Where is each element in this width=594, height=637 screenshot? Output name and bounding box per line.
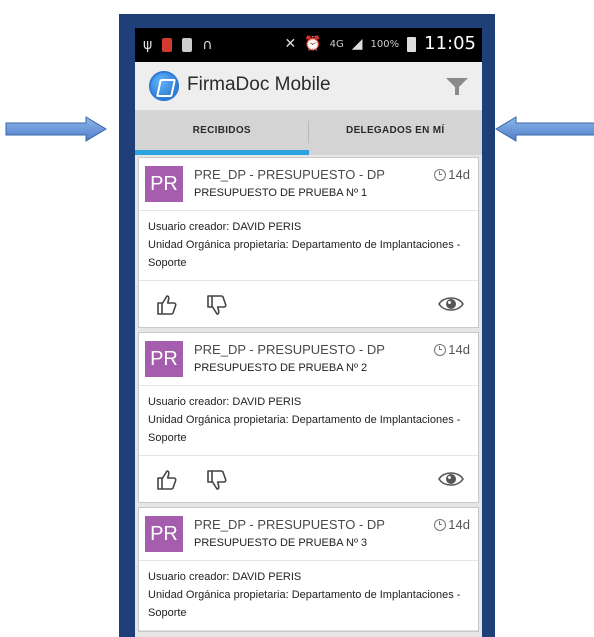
card-header: PR PRE_DP - PRESUPUESTO - DP PRESUPUESTO… bbox=[139, 158, 478, 211]
phone-screen: ψ ∩ ✕ ⏰ 4G ◢ 100% 11:05 FirmaDoc Mobile … bbox=[135, 28, 482, 637]
app-bar: FirmaDoc Mobile bbox=[135, 62, 482, 111]
document-list: PR PRE_DP - PRESUPUESTO - DP PRESUPUESTO… bbox=[135, 155, 482, 632]
tab-delegados[interactable]: DELEGADOS EN MÍ bbox=[309, 111, 483, 155]
doc-age-value: 14d bbox=[448, 167, 470, 182]
thumbs-up-icon[interactable] bbox=[155, 293, 179, 317]
thumbs-down-icon[interactable] bbox=[205, 468, 229, 492]
clock-time: 11:05 bbox=[424, 33, 476, 54]
doc-subtitle: PRESUPUESTO DE PRUEBA Nº 1 bbox=[194, 187, 368, 199]
doc-type-badge: PR bbox=[145, 341, 183, 377]
tab-recibidos[interactable]: RECIBIDOS bbox=[135, 111, 309, 155]
doc-age: 14d bbox=[434, 342, 470, 357]
filter-icon[interactable] bbox=[446, 78, 468, 96]
doc-age-value: 14d bbox=[448, 517, 470, 532]
card-actions bbox=[139, 281, 478, 327]
doc-title: PRE_DP - PRESUPUESTO - DP bbox=[194, 517, 385, 532]
headphones-icon: ∩ bbox=[202, 37, 213, 53]
battery-icon bbox=[407, 36, 417, 52]
doc-age: 14d bbox=[434, 517, 470, 532]
unit-text: Unidad Orgánica propietaria: Departament… bbox=[148, 414, 461, 444]
doc-type-badge: PR bbox=[145, 516, 183, 552]
unit-text: Unidad Orgánica propietaria: Departament… bbox=[148, 239, 461, 269]
thumbs-up-icon[interactable] bbox=[155, 468, 179, 492]
alarm-icon: ⏰ bbox=[304, 36, 322, 52]
clock-icon bbox=[434, 518, 447, 531]
document-card[interactable]: PR PRE_DP - PRESUPUESTO - DP PRESUPUESTO… bbox=[138, 157, 479, 328]
unit-text: Unidad Orgánica propietaria: Departament… bbox=[148, 589, 461, 619]
left-arrow-callout-icon bbox=[495, 116, 594, 142]
doc-age: 14d bbox=[434, 167, 470, 182]
eye-icon[interactable] bbox=[438, 295, 464, 313]
document-card[interactable]: PR PRE_DP - PRESUPUESTO - DP PRESUPUESTO… bbox=[138, 332, 479, 503]
clock-icon bbox=[434, 168, 447, 181]
mute-icon: ✕ bbox=[284, 36, 297, 52]
status-bar: ψ ∩ ✕ ⏰ 4G ◢ 100% 11:05 bbox=[135, 28, 482, 62]
right-arrow-callout-icon bbox=[5, 116, 107, 142]
creator-text: Usuario creador: DAVID PERIS bbox=[148, 571, 302, 583]
doc-age-value: 14d bbox=[448, 342, 470, 357]
card-actions bbox=[139, 456, 478, 502]
creator-text: Usuario creador: DAVID PERIS bbox=[148, 221, 302, 233]
card-header: PR PRE_DP - PRESUPUESTO - DP PRESUPUESTO… bbox=[139, 508, 478, 561]
clock-icon bbox=[434, 343, 447, 356]
creator-text: Usuario creador: DAVID PERIS bbox=[148, 396, 302, 408]
tab-bar: RECIBIDOS DELEGADOS EN MÍ bbox=[135, 111, 482, 155]
card-body: Usuario creador: DAVID PERIS Unidad Orgá… bbox=[139, 561, 478, 631]
doc-subtitle: PRESUPUESTO DE PRUEBA Nº 2 bbox=[194, 362, 368, 374]
signal-icon: ◢ bbox=[351, 36, 363, 52]
eye-icon[interactable] bbox=[438, 470, 464, 488]
network-type: 4G bbox=[329, 38, 344, 50]
doc-type-badge: PR bbox=[145, 166, 183, 202]
card-body: Usuario creador: DAVID PERIS Unidad Orgá… bbox=[139, 386, 478, 456]
app-notification-icon bbox=[182, 38, 193, 52]
thumbs-down-icon[interactable] bbox=[205, 293, 229, 317]
doc-title: PRE_DP - PRESUPUESTO - DP bbox=[194, 342, 385, 357]
battery-percent: 100% bbox=[370, 38, 400, 50]
doc-subtitle: PRESUPUESTO DE PRUEBA Nº 3 bbox=[194, 537, 368, 549]
document-card[interactable]: PR PRE_DP - PRESUPUESTO - DP PRESUPUESTO… bbox=[138, 507, 479, 632]
app-notification-icon bbox=[162, 38, 173, 52]
usb-icon: ψ bbox=[143, 37, 153, 53]
doc-title: PRE_DP - PRESUPUESTO - DP bbox=[194, 167, 385, 182]
firmadoc-logo-icon bbox=[149, 71, 179, 101]
app-title: FirmaDoc Mobile bbox=[187, 74, 331, 95]
card-header: PR PRE_DP - PRESUPUESTO - DP PRESUPUESTO… bbox=[139, 333, 478, 386]
card-body: Usuario creador: DAVID PERIS Unidad Orgá… bbox=[139, 211, 478, 281]
